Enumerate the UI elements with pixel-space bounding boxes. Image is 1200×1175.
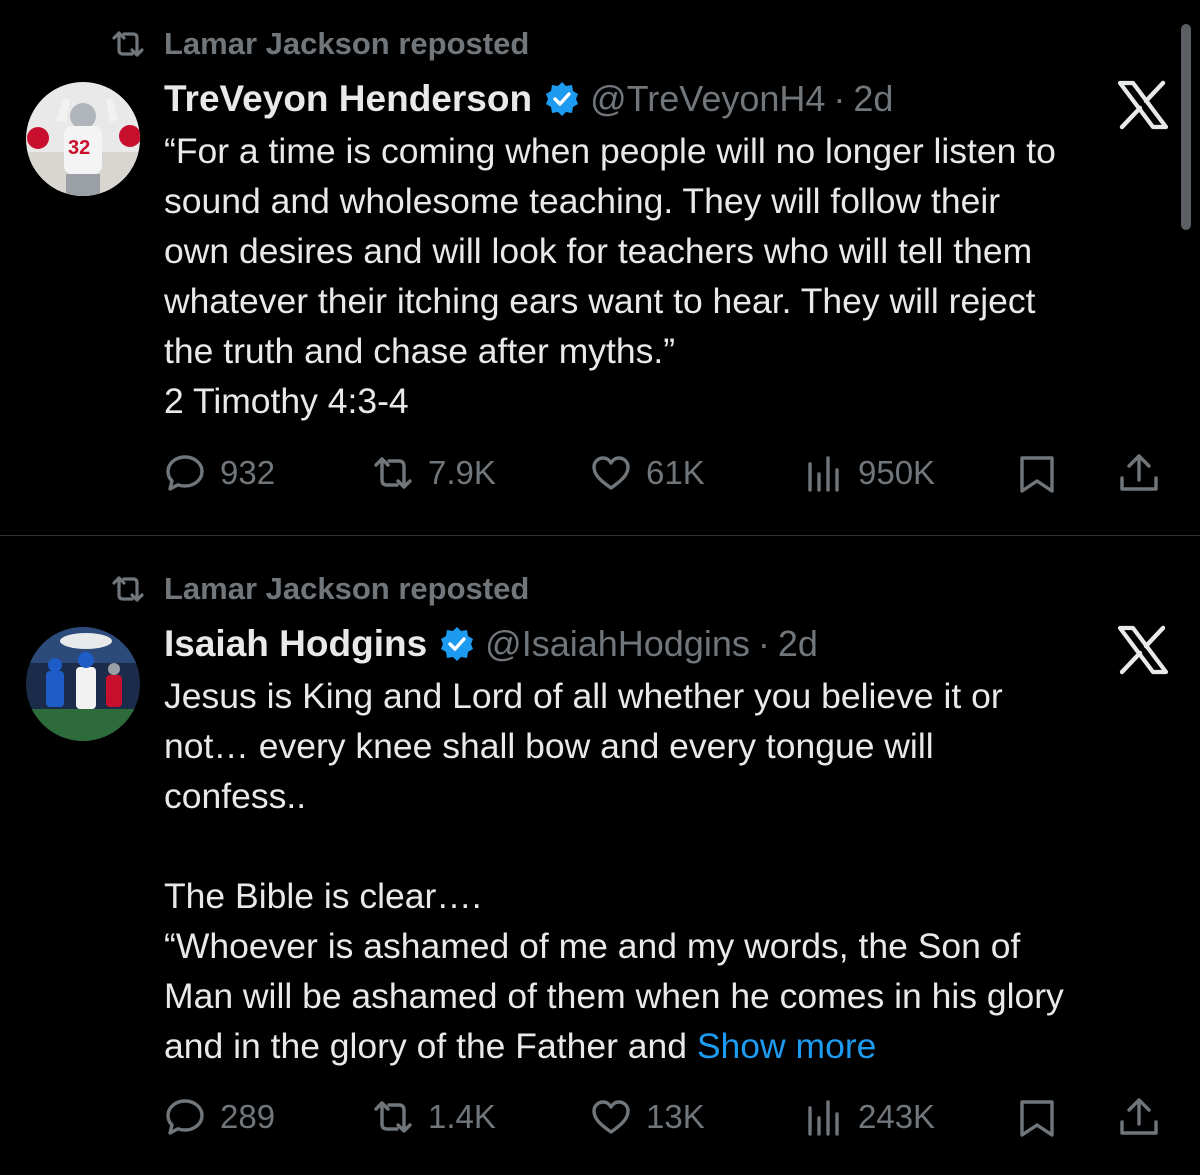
views-count: 243K (858, 1098, 936, 1135)
views-button[interactable]: 243K (802, 1093, 935, 1141)
repost-context[interactable]: Lamar Jackson reposted (108, 24, 529, 64)
post-text-line: “Whoever is ashamed of me and my words, … (164, 926, 1021, 966)
repost-context-label: Lamar Jackson reposted (164, 26, 530, 61)
separator-dot: · (833, 78, 846, 119)
author-handle[interactable]: @TreVeyonH4 (590, 78, 825, 120)
repost-button[interactable]: 1.4K (372, 1093, 496, 1141)
post-text: “For a time is coming when people will n… (164, 126, 1184, 426)
post-text-line: and in the glory of the Father and (164, 1026, 687, 1066)
bookmark-icon (1020, 1100, 1054, 1137)
post-text-line: Man will be ashamed of them when he come… (164, 976, 1064, 1016)
post-text-line: the truth and chase after myths.” (164, 331, 676, 371)
x-logo-icon (1117, 80, 1169, 130)
reply-icon (166, 455, 204, 491)
reply-count: 932 (220, 454, 276, 491)
reply-count: 289 (220, 1098, 276, 1135)
post-card[interactable]: Lamar Jackson reposted Isaiah Hodgins @I… (0, 536, 1200, 1175)
show-more-link[interactable]: Show more (697, 1026, 877, 1066)
repost-icon (374, 1101, 412, 1133)
repost-button[interactable]: 7.9K (372, 449, 496, 497)
reply-button[interactable]: 932 (164, 449, 275, 497)
like-button[interactable]: 61K (590, 449, 705, 497)
repost-count: 1.4K (428, 1098, 496, 1135)
repost-icon (112, 31, 144, 57)
post-text-line: The Bible is clear…. (164, 876, 482, 916)
verified-badge-icon[interactable] (439, 626, 475, 662)
post-header: Isaiah Hodgins @IsaiahHodgins · 2d (164, 621, 818, 667)
like-button[interactable]: 13K (590, 1093, 705, 1141)
scrollbar[interactable] (1181, 24, 1191, 230)
post-text-line: not… every knee shall bow and every tong… (164, 726, 934, 766)
svg-text:32: 32 (68, 137, 90, 159)
share-button[interactable] (1118, 449, 1160, 497)
post-actions: 289 1.4K 13K 243K (0, 1093, 1200, 1141)
heart-icon (592, 456, 630, 490)
repost-count: 7.9K (428, 454, 496, 491)
separator-dot: · (757, 623, 770, 664)
repost-icon (112, 576, 144, 602)
share-button[interactable] (1118, 1093, 1160, 1141)
repost-icon (374, 457, 412, 489)
verified-badge-icon[interactable] (544, 81, 580, 117)
views-button[interactable]: 950K (802, 449, 935, 497)
post-text-line: whatever their itching ears want to hear… (164, 281, 1036, 321)
post-timestamp[interactable]: 2d (778, 623, 818, 665)
avatar[interactable] (26, 627, 140, 741)
post-text-line: “For a time is coming when people will n… (164, 131, 1056, 171)
post-text-line: sound and wholesome teaching. They will … (164, 181, 1001, 221)
views-bar-chart-icon (808, 1100, 839, 1136)
author-name[interactable]: TreVeyon Henderson (164, 78, 532, 120)
post-text-line: Jesus is King and Lord of all whether yo… (164, 676, 1003, 716)
post-card[interactable]: Lamar Jackson reposted 32 TreVeyon Hende… (0, 0, 1200, 535)
post-text-line (164, 821, 1184, 871)
reply-button[interactable]: 289 (164, 1093, 275, 1141)
avatar-image: 32 (26, 82, 140, 196)
post-actions: 932 7.9K 61K 950K (0, 449, 1200, 497)
repost-context-label: Lamar Jackson reposted (164, 571, 530, 606)
heart-icon (592, 1100, 630, 1134)
post-text-line: 2 Timothy 4:3-4 (164, 381, 409, 421)
like-count: 13K (646, 1098, 705, 1135)
x-logo-icon (1117, 625, 1169, 675)
reply-icon (166, 1099, 204, 1135)
avatar-image (26, 627, 140, 741)
bookmark-button[interactable] (1016, 449, 1058, 497)
views-count: 950K (858, 454, 936, 491)
share-icon (1120, 1098, 1158, 1135)
views-bar-chart-icon (808, 456, 839, 492)
author-name[interactable]: Isaiah Hodgins (164, 623, 427, 665)
repost-context[interactable]: Lamar Jackson reposted (108, 569, 529, 609)
like-count: 61K (646, 454, 705, 491)
bookmark-icon (1020, 456, 1054, 493)
post-header: TreVeyon Henderson @TreVeyonH4 · 2d (164, 76, 893, 122)
post-timestamp[interactable]: 2d (853, 78, 893, 120)
post-text-line: own desires and will look for teachers w… (164, 231, 1033, 271)
post-text-line: confess.. (164, 776, 307, 816)
post-text: Jesus is King and Lord of all whether yo… (164, 671, 1184, 1071)
bookmark-button[interactable] (1016, 1093, 1058, 1141)
author-handle[interactable]: @IsaiahHodgins (485, 623, 750, 665)
share-icon (1120, 454, 1158, 491)
avatar[interactable]: 32 (26, 82, 140, 196)
timeline-feed: Lamar Jackson reposted 32 TreVeyon Hende… (0, 0, 1200, 1175)
post-text-last-line: and in the glory of the Father and Show … (164, 1021, 1184, 1071)
